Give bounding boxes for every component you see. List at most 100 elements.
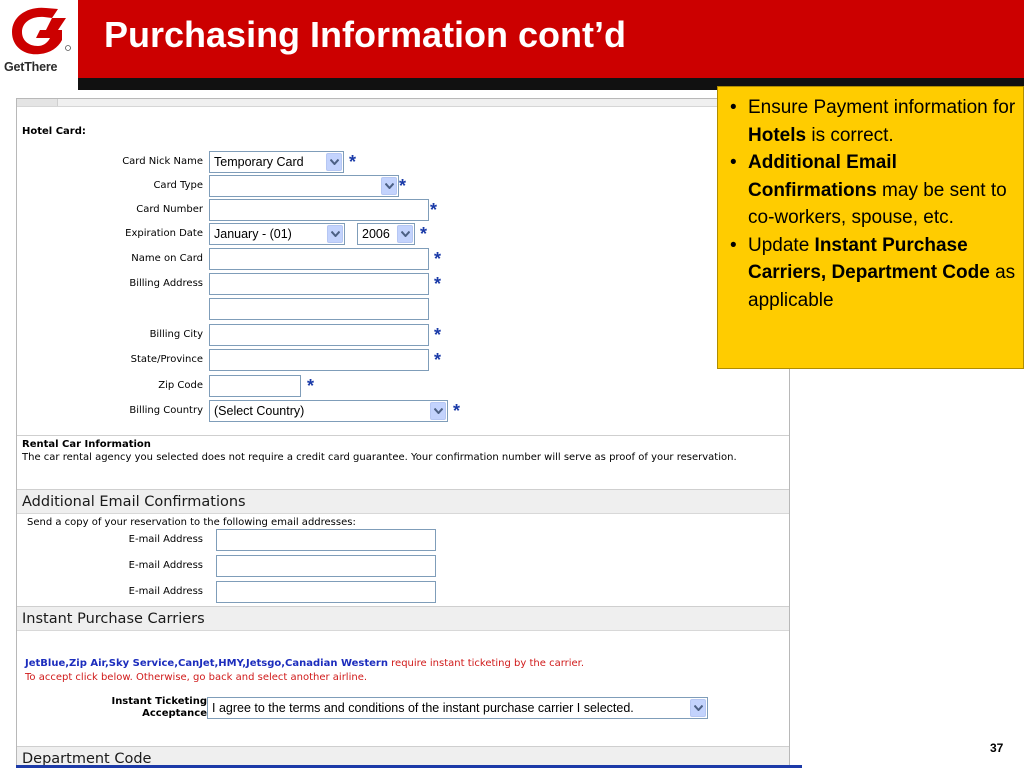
expiration-date-row: Expiration Date January - (01) 2006 *	[17, 223, 789, 247]
accept-note: To accept click below. Otherwise, go bac…	[25, 672, 368, 683]
slide-title: Purchasing Information cont’d	[104, 14, 627, 55]
billing-city-input[interactable]	[209, 324, 429, 346]
callout-item1-post: is correct.	[806, 124, 894, 146]
instant-purchase-header: Instant Purchase Carriers	[17, 606, 789, 631]
required-asterisk: *	[430, 200, 438, 220]
instant-ticketing-label: Instant Ticketing Acceptance	[83, 696, 207, 720]
email-row: E-mail Address	[17, 581, 789, 605]
additional-email-title: Additional Email Confirmations	[22, 494, 246, 510]
getthere-g-logo-icon	[12, 7, 71, 55]
email-input[interactable]	[216, 529, 436, 551]
name-on-card-row: Name on Card *	[17, 248, 789, 272]
required-asterisk: *	[434, 274, 442, 294]
name-on-card-label: Name on Card	[131, 253, 203, 264]
callout-item1-pre: Ensure Payment information for	[748, 97, 1016, 118]
instant-ticketing-label-line2: Acceptance	[142, 708, 207, 719]
card-number-row: Card Number *	[17, 199, 789, 223]
instant-ticketing-label-line1: Instant Ticketing	[111, 696, 207, 707]
email-label: E-mail Address	[128, 534, 203, 545]
required-asterisk: *	[453, 401, 461, 421]
callout-item1-bold: Hotels	[748, 124, 807, 146]
card-type-row: Card Type *	[17, 175, 789, 199]
chevron-down-icon[interactable]	[327, 225, 343, 243]
state-province-label: State/Province	[130, 354, 203, 365]
callout-list: • Ensure Payment information for Hotels …	[728, 94, 1016, 314]
billing-country-label: Billing Country	[129, 405, 203, 416]
zip-code-input[interactable]	[209, 375, 301, 397]
card-type-label: Card Type	[153, 180, 203, 191]
card-nick-name-value: Temporary Card	[214, 155, 304, 169]
page-number: 37	[990, 741, 1004, 755]
required-asterisk: *	[399, 176, 407, 196]
billing-city-row: Billing City *	[17, 324, 789, 348]
zip-code-label: Zip Code	[158, 380, 203, 391]
callout-item: • Additional Email Confirmations may be …	[728, 149, 1016, 232]
email-input[interactable]	[216, 581, 436, 603]
state-province-input[interactable]	[209, 349, 429, 371]
state-province-row: State/Province *	[17, 349, 789, 373]
expiration-date-label: Expiration Date	[125, 228, 203, 239]
required-asterisk: *	[349, 152, 357, 172]
billing-city-label: Billing City	[149, 329, 203, 340]
card-number-input[interactable]	[209, 199, 429, 221]
callout-item: • Ensure Payment information for Hotels …	[728, 94, 1016, 149]
required-asterisk: *	[307, 376, 315, 396]
purchase-form-screenshot: Hotel Card: Card Nick Name Temporary Car…	[16, 98, 790, 768]
email-input[interactable]	[216, 555, 436, 577]
card-nick-name-select[interactable]: Temporary Card	[209, 151, 344, 173]
instant-ticketing-value: I agree to the terms and conditions of t…	[212, 701, 634, 715]
billing-country-select[interactable]: (Select Country)	[209, 400, 448, 422]
instant-ticketing-select[interactable]: I agree to the terms and conditions of t…	[207, 697, 708, 719]
bullet: •	[730, 152, 737, 173]
billing-address-line2-row	[17, 298, 789, 322]
email-label: E-mail Address	[128, 560, 203, 571]
chevron-down-icon[interactable]	[690, 699, 706, 717]
callout-item: • Update Instant Purchase Carriers, Depa…	[728, 232, 1016, 315]
rental-car-body: The car rental agency you selected does …	[22, 452, 737, 463]
chevron-down-icon[interactable]	[326, 153, 342, 171]
hotel-card-title: Hotel Card:	[22, 126, 86, 137]
additional-email-header: Additional Email Confirmations	[17, 489, 789, 514]
required-asterisk: *	[434, 325, 442, 345]
logo-text: GetThere	[4, 60, 58, 74]
chevron-down-icon[interactable]	[397, 225, 413, 243]
zip-code-row: Zip Code *	[17, 375, 789, 399]
expiration-year-value: 2006	[362, 227, 390, 241]
chevron-down-icon[interactable]	[430, 402, 446, 420]
billing-country-value: (Select Country)	[214, 404, 305, 418]
required-asterisk: *	[434, 249, 442, 269]
billing-country-row: Billing Country (Select Country) *	[17, 400, 789, 424]
carrier-list: JetBlue,Zip Air,Sky Service,CanJet,HMY,J…	[25, 658, 388, 669]
title-bar: Purchasing Information cont’d	[78, 0, 1024, 78]
card-type-select[interactable]	[209, 175, 399, 197]
expiration-year-select[interactable]: 2006	[357, 223, 415, 245]
billing-address-line2-input[interactable]	[209, 298, 429, 320]
rental-car-section: Rental Car Information The car rental ag…	[17, 435, 789, 487]
card-nick-name-row: Card Nick Name Temporary Card *	[17, 151, 789, 175]
expiration-month-select[interactable]: January - (01)	[209, 223, 345, 245]
email-row: E-mail Address	[17, 555, 789, 579]
email-row: E-mail Address	[17, 529, 789, 553]
bullet: •	[730, 234, 737, 256]
expiration-month-value: January - (01)	[214, 227, 292, 241]
slide-header: GetThere Purchasing Information cont’d	[0, 0, 1024, 90]
billing-address-input[interactable]	[209, 273, 429, 295]
instruction-callout: • Ensure Payment information for Hotels …	[717, 86, 1024, 369]
callout-item3-pre: Update	[748, 234, 815, 256]
rental-car-title: Rental Car Information	[22, 439, 151, 450]
getthere-logo: GetThere	[0, 0, 78, 78]
required-asterisk: *	[434, 350, 442, 370]
card-number-label: Card Number	[136, 204, 203, 215]
carrier-note: require instant ticketing by the carrier…	[387, 658, 585, 669]
instant-purchase-carriers: JetBlue,Zip Air,Sky Service,CanJet,HMY,J…	[25, 658, 584, 669]
billing-address-row: Billing Address *	[17, 273, 789, 297]
name-on-card-input[interactable]	[209, 248, 429, 270]
bullet: •	[730, 97, 737, 118]
required-asterisk: *	[420, 224, 428, 244]
email-label: E-mail Address	[128, 586, 203, 597]
chevron-down-icon[interactable]	[381, 177, 397, 195]
billing-address-label: Billing Address	[129, 278, 203, 289]
callout-item2-bold: Additional Email Confirmations	[748, 152, 897, 201]
instant-purchase-title: Instant Purchase Carriers	[22, 611, 205, 627]
email-note: Send a copy of your reservation to the f…	[27, 517, 356, 528]
